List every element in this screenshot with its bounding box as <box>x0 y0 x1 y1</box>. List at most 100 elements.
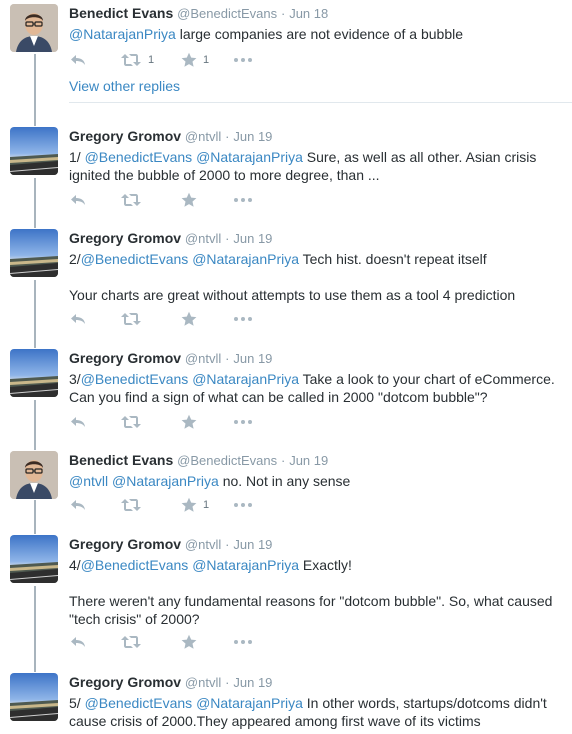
like-button[interactable]: 1 <box>181 52 209 68</box>
more-icon <box>233 311 253 327</box>
thread-connector-line <box>34 280 36 348</box>
mention-link[interactable]: @BenedictEvans <box>85 695 193 711</box>
more-button[interactable] <box>233 634 253 650</box>
conversation-thread: Benedict Evans @BenedictEvans · Jun 18 @N… <box>0 0 572 734</box>
retweet-button[interactable] <box>120 634 148 650</box>
tweet-text-segment: no. Not in any sense <box>218 473 351 489</box>
tweet-text-segment: 2/ <box>69 251 81 267</box>
mention-link[interactable]: @NatarajanPriya <box>112 473 219 489</box>
retweet-button[interactable]: 1 <box>120 52 154 68</box>
retweet-button[interactable] <box>120 311 148 327</box>
tweet-content: Benedict Evans @BenedictEvans · Jun 18 @N… <box>69 4 562 43</box>
tweet-timestamp[interactable]: Jun 19 <box>289 453 328 468</box>
like-count: 1 <box>203 499 210 511</box>
tweet-content: Benedict Evans @BenedictEvans · Jun 19 @n… <box>69 451 562 490</box>
author-handle[interactable]: @ntvll <box>185 675 221 690</box>
retweet-button[interactable] <box>120 414 148 430</box>
mention-link[interactable]: @NatarajanPriya <box>196 695 303 711</box>
divider <box>69 102 572 103</box>
reply-button[interactable] <box>69 311 87 327</box>
tweet-timestamp[interactable]: Jun 19 <box>233 129 272 144</box>
mention-link[interactable]: @BenedictEvans <box>81 557 189 573</box>
retweet-icon <box>120 497 142 513</box>
header-separator: · <box>225 675 230 690</box>
author-name[interactable]: Gregory Gromov <box>69 350 181 366</box>
tweet-text-segment: 4/ <box>69 557 81 573</box>
more-icon <box>233 192 253 208</box>
landscape-avatar[interactable] <box>10 673 58 721</box>
landscape-avatar[interactable] <box>10 349 58 397</box>
tweet-text-segment: Exactly! <box>299 557 352 573</box>
author-handle[interactable]: @ntvll <box>185 351 221 366</box>
like-icon <box>181 311 197 327</box>
like-button[interactable] <box>181 414 203 430</box>
mention-link[interactable]: @NatarajanPriya <box>69 26 176 42</box>
more-button[interactable] <box>233 192 253 208</box>
author-name[interactable]: Gregory Gromov <box>69 128 181 144</box>
tweet-timestamp[interactable]: Jun 19 <box>233 537 272 552</box>
person-avatar[interactable] <box>10 4 58 52</box>
more-button[interactable] <box>233 311 253 327</box>
reply-button[interactable] <box>69 414 87 430</box>
tweet-timestamp[interactable]: Jun 18 <box>289 6 328 21</box>
author-name[interactable]: Gregory Gromov <box>69 230 181 246</box>
tweet-paragraph: Your charts are great without attempts t… <box>69 286 562 304</box>
like-icon <box>181 414 197 430</box>
tweet-paragraph: 2/@BenedictEvans @NatarajanPriya Tech hi… <box>69 250 562 268</box>
more-button[interactable] <box>233 497 253 513</box>
landscape-avatar[interactable] <box>10 535 58 583</box>
tweet-text-segment: Your charts are great without attempts t… <box>69 287 516 303</box>
mention-link[interactable]: @BenedictEvans <box>81 251 189 267</box>
mention-link[interactable]: @BenedictEvans <box>81 371 189 387</box>
more-icon <box>233 497 253 513</box>
thread-connector-line <box>34 500 36 534</box>
author-handle[interactable]: @ntvll <box>185 231 221 246</box>
mention-link[interactable]: @NatarajanPriya <box>192 371 299 387</box>
tweet-content: Gregory Gromov @ntvll · Jun 19 4/@Benedic… <box>69 535 562 628</box>
tweet-timestamp[interactable]: Jun 19 <box>233 231 272 246</box>
tweet-paragraph: @ntvll @NatarajanPriya no. Not in any se… <box>69 472 562 490</box>
tweet-timestamp[interactable]: Jun 19 <box>233 675 272 690</box>
author-name[interactable]: Benedict Evans <box>69 5 173 21</box>
landscape-avatar[interactable] <box>10 127 58 175</box>
author-handle[interactable]: @BenedictEvans <box>177 6 277 21</box>
retweet-button[interactable] <box>120 192 148 208</box>
view-other-replies-link[interactable]: View other replies <box>69 78 180 94</box>
more-button[interactable] <box>233 414 253 430</box>
more-icon <box>233 414 253 430</box>
author-handle[interactable]: @BenedictEvans <box>177 453 277 468</box>
mention-link[interactable]: @BenedictEvans <box>85 149 193 165</box>
mention-link[interactable]: @NatarajanPriya <box>192 557 299 573</box>
landscape-avatar[interactable] <box>10 229 58 277</box>
person-avatar[interactable] <box>10 451 58 499</box>
reply-button[interactable] <box>69 634 87 650</box>
like-button[interactable]: 1 <box>181 497 209 513</box>
reply-button[interactable] <box>69 52 87 68</box>
tweet-header: Gregory Gromov @ntvll · Jun 19 <box>69 349 562 368</box>
more-icon <box>233 634 253 650</box>
tweet-text: 3/@BenedictEvans @NatarajanPriya Take a … <box>69 370 562 406</box>
tweet-timestamp[interactable]: Jun 19 <box>233 351 272 366</box>
like-button[interactable] <box>181 192 203 208</box>
header-separator: · <box>280 453 286 468</box>
header-separator: · <box>225 351 230 366</box>
like-button[interactable] <box>181 311 203 327</box>
author-name[interactable]: Benedict Evans <box>69 452 173 468</box>
tweet-text-segment: 3/ <box>69 371 81 387</box>
author-handle[interactable]: @ntvll <box>185 129 221 144</box>
author-handle[interactable]: @ntvll <box>185 537 221 552</box>
tweet-text: @NatarajanPriya large companies are not … <box>69 25 562 43</box>
mention-link[interactable]: @NatarajanPriya <box>192 251 299 267</box>
mention-link[interactable]: @NatarajanPriya <box>196 149 303 165</box>
retweet-button[interactable] <box>120 497 148 513</box>
author-name[interactable]: Gregory Gromov <box>69 674 181 690</box>
more-button[interactable] <box>233 52 253 68</box>
mention-link[interactable]: @ntvll <box>69 473 108 489</box>
tweet-header: Gregory Gromov @ntvll · Jun 19 <box>69 229 562 248</box>
header-separator: · <box>225 129 230 144</box>
like-button[interactable] <box>181 634 203 650</box>
reply-button[interactable] <box>69 497 87 513</box>
tweet-content: Gregory Gromov @ntvll · Jun 19 3/@Benedic… <box>69 349 562 406</box>
author-name[interactable]: Gregory Gromov <box>69 536 181 552</box>
reply-button[interactable] <box>69 192 87 208</box>
